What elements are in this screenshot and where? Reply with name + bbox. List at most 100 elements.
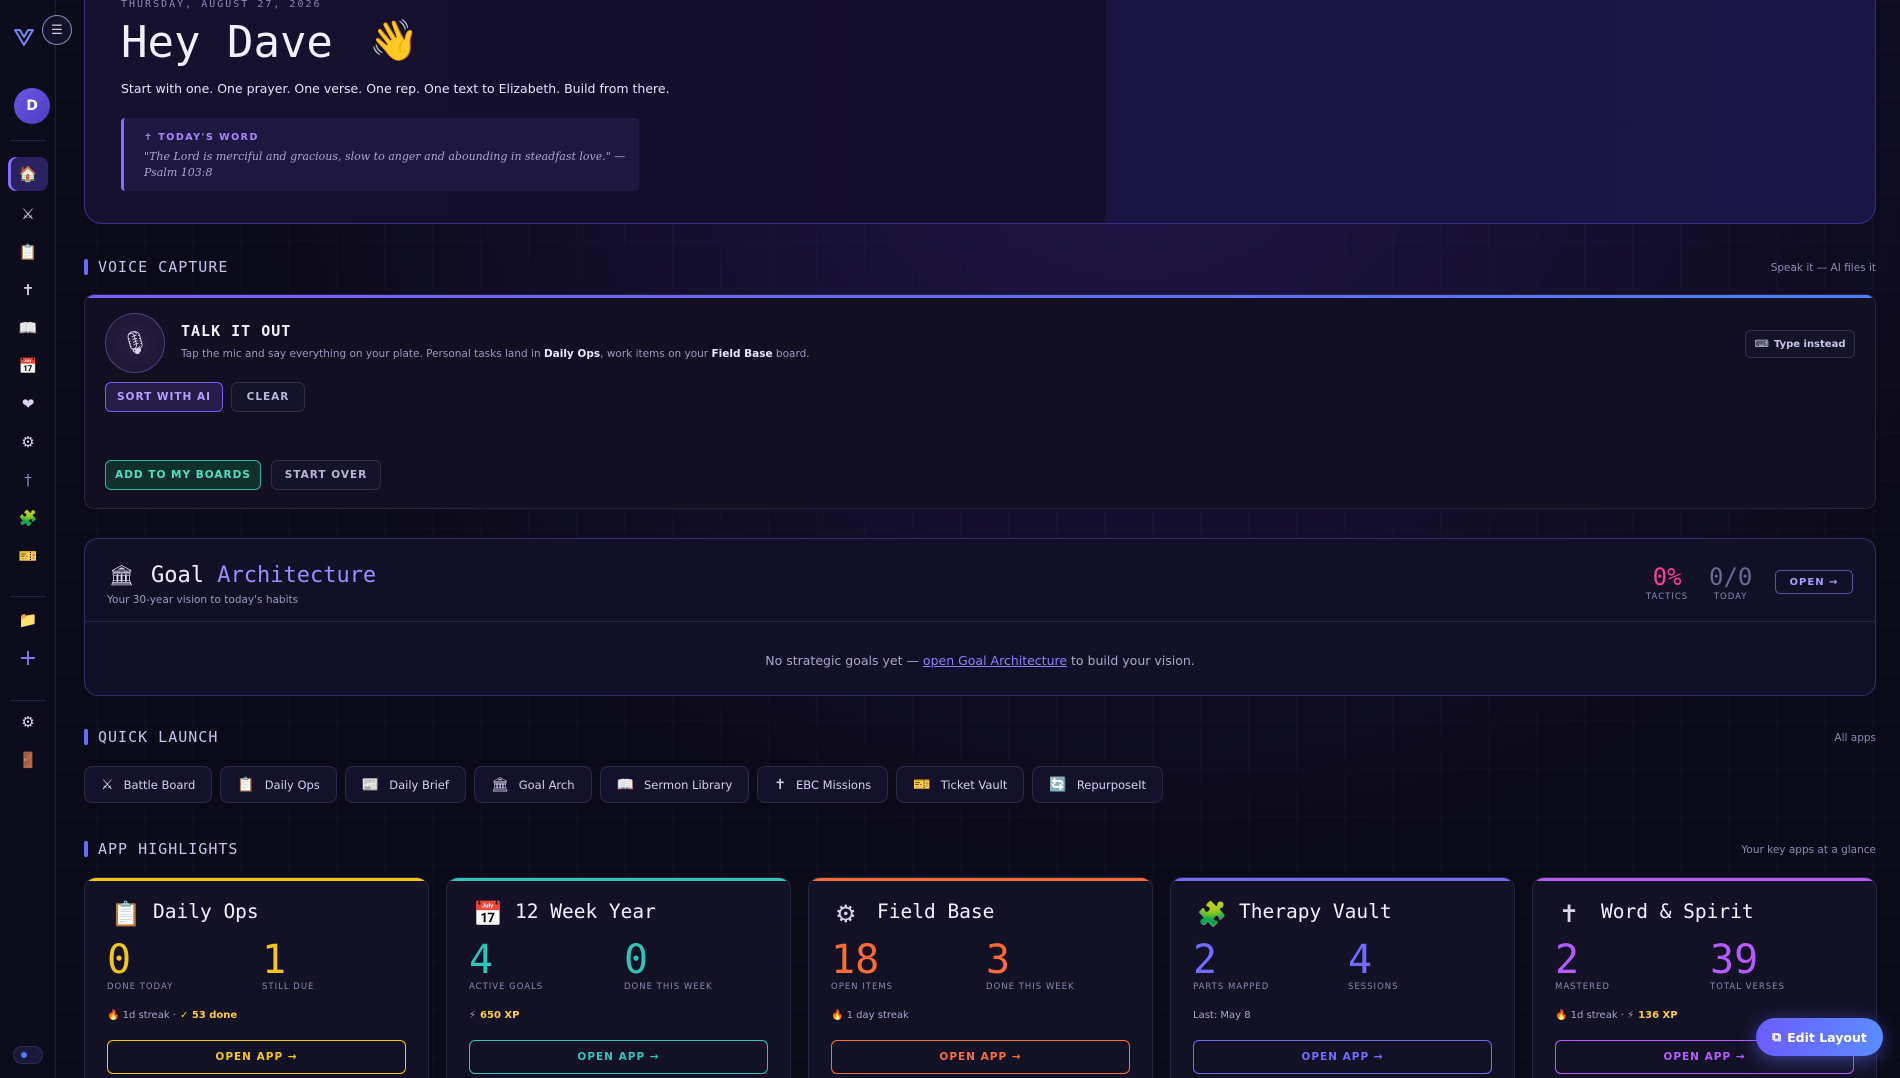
todays-word-label: ✝ TODAY'S WORD bbox=[144, 132, 259, 143]
todays-word-verse: "The Lord is merciful and gracious, slow… bbox=[144, 150, 626, 179]
sidebar-item-gear[interactable]: ⚙ bbox=[8, 425, 48, 459]
tactics-stat: 0% TACTICS bbox=[1646, 563, 1689, 602]
open-app-button[interactable]: OPEN APP → bbox=[469, 1040, 768, 1074]
mic-button[interactable]: 🎙 bbox=[105, 313, 165, 373]
app-highlights-header: APP HIGHLIGHTS bbox=[84, 840, 238, 858]
sidebar-item-ticket[interactable]: 🎫 bbox=[8, 539, 48, 573]
plus-icon: + bbox=[18, 645, 38, 671]
clipboard-icon: 📋 bbox=[237, 776, 255, 793]
sidebar-item-settings[interactable]: ⚙ bbox=[8, 705, 48, 739]
highlights-row: 📋 Daily Ops 0 DONE TODAY 1 STILL DUE 🔥 1d stre… bbox=[84, 877, 1877, 1078]
open-goal-architecture-link[interactable]: open Goal Architecture bbox=[923, 653, 1067, 668]
home-icon: 🏠 bbox=[18, 165, 38, 183]
voice-capture-header: VOICE CAPTURE bbox=[84, 258, 228, 276]
quick-launch-item[interactable]: ✝ EBC Missions bbox=[757, 766, 889, 803]
goal-empty-state: No strategic goals yet — open Goal Archi… bbox=[765, 653, 1195, 668]
metric-secondary: 3 DONE THIS WEEK bbox=[986, 937, 1075, 992]
app-extra-info: 🔥 1d streak · ⚡ 136 XP bbox=[1555, 1010, 1678, 1021]
quick-launch-item[interactable]: 📋 Daily Ops bbox=[220, 766, 337, 803]
open-app-button[interactable]: OPEN APP → bbox=[107, 1040, 406, 1074]
newspaper-icon: 📰 bbox=[361, 776, 380, 793]
quick-launch-item[interactable]: 🎫 Ticket Vault bbox=[896, 766, 1025, 803]
cross-icon: ✝ bbox=[21, 281, 35, 299]
goal-open-button[interactable]: OPEN → bbox=[1775, 570, 1853, 594]
metric-primary: 2 PARTS MAPPED bbox=[1193, 937, 1270, 992]
cross-icon: ✝ bbox=[1559, 900, 1580, 928]
quick-launch-label: EBC Missions bbox=[796, 777, 872, 792]
voice-description: Tap the mic and say everything on your p… bbox=[181, 348, 810, 360]
hamburger-icon: ☰ bbox=[51, 22, 63, 38]
sidebar-item-puzzle[interactable]: 🧩 bbox=[8, 501, 48, 535]
metric-secondary: 1 STILL DUE bbox=[262, 937, 315, 992]
app-extra-info: Last: May 8 bbox=[1193, 1010, 1251, 1021]
sidebar-item-home[interactable]: 🏠 bbox=[8, 157, 48, 191]
logo-icon[interactable] bbox=[12, 25, 36, 49]
open-app-button[interactable]: OPEN APP → bbox=[831, 1040, 1130, 1074]
sidebar-divider bbox=[10, 596, 46, 597]
sidebar-item-clipboard[interactable]: 📋 bbox=[8, 235, 48, 269]
ticket-icon: 🎫 bbox=[913, 776, 931, 793]
swords-icon: ⚔ bbox=[21, 205, 35, 223]
sidebar-item-heart[interactable]: ❤ bbox=[8, 387, 48, 421]
metric-primary: 2 MASTERED bbox=[1555, 937, 1610, 992]
app-highlight-card: 🧩 Therapy Vault 2 PARTS MAPPED 4 SESSIONS Last… bbox=[1170, 877, 1515, 1078]
avatar[interactable]: D bbox=[14, 88, 50, 124]
quick-launch-item[interactable]: ⚔ Battle Board bbox=[84, 766, 213, 803]
app-highlight-card: 📋 Daily Ops 0 DONE TODAY 1 STILL DUE 🔥 1d stre… bbox=[84, 877, 429, 1078]
quick-launch-item[interactable]: 📰 Daily Brief bbox=[344, 766, 466, 803]
quick-launch-label: Goal Arch bbox=[518, 777, 575, 792]
quick-launch-item[interactable]: 🏛 Goal Arch bbox=[473, 766, 592, 803]
book-icon: 📖 bbox=[616, 776, 634, 793]
quick-launch-label: Battle Board bbox=[123, 777, 196, 792]
quick-launch-label: Ticket Vault bbox=[940, 777, 1008, 792]
section-title: APP HIGHLIGHTS bbox=[98, 840, 239, 858]
theme-toggle[interactable] bbox=[13, 1046, 43, 1064]
today-stat: 0/0 TODAY bbox=[1709, 563, 1753, 602]
sidebar-item-cross[interactable]: ✝ bbox=[8, 273, 48, 307]
gear-icon: ⚙ bbox=[835, 900, 857, 928]
app-name: Therapy Vault bbox=[1239, 900, 1392, 923]
quick-launch-item[interactable]: 🔄 RepurposeIt bbox=[1032, 766, 1163, 803]
divider bbox=[85, 621, 1875, 622]
building-icon: 🏛 bbox=[109, 563, 135, 587]
sidebar-divider bbox=[10, 140, 46, 141]
folder-icon: 📁 bbox=[18, 611, 38, 629]
start-over-button[interactable]: START OVER bbox=[271, 460, 381, 490]
clipboard-icon: 📋 bbox=[18, 243, 38, 261]
settings-icon: ⚙ bbox=[21, 713, 35, 731]
open-app-button[interactable]: OPEN APP → bbox=[1193, 1040, 1492, 1074]
menu-toggle-button[interactable]: ☰ bbox=[42, 15, 72, 45]
sidebar: ☰ D 🏠 ⚔ 📋 ✝ 📖 📅 ❤ ⚙ † 🧩 🎫 📁 + ⚙ 🚪 bbox=[0, 0, 72, 1078]
type-instead-button[interactable]: ⌨ Type instead bbox=[1745, 330, 1855, 358]
sidebar-item-calendar[interactable]: 📅 bbox=[8, 349, 48, 383]
edit-layout-button[interactable]: ⧉ Edit Layout bbox=[1756, 1018, 1883, 1056]
voice-capture-hint: Speak it — AI files it bbox=[1770, 262, 1876, 274]
metric-secondary: 0 DONE THIS WEEK bbox=[624, 937, 713, 992]
layout-icon: ⧉ bbox=[1772, 1029, 1782, 1044]
sidebar-divider bbox=[10, 700, 46, 701]
quick-launch-item[interactable]: 📖 Sermon Library bbox=[599, 766, 750, 803]
quick-launch-header: QUICK LAUNCH bbox=[84, 728, 218, 746]
sort-with-ai-button[interactable]: SORT WITH AI bbox=[105, 382, 223, 412]
sidebar-item-swords[interactable]: ⚔ bbox=[8, 197, 48, 231]
puzzle-icon: 🧩 bbox=[18, 509, 38, 527]
sidebar-item-book[interactable]: 📖 bbox=[8, 311, 48, 345]
app-extra-info: 🔥 1d streak · ✓ 53 done bbox=[107, 1010, 238, 1021]
date-label: THURSDAY, AUGUST 27, 2026 bbox=[121, 0, 322, 10]
microphone-icon: 🎙 bbox=[121, 330, 149, 356]
sidebar-item-folder[interactable]: 📁 bbox=[8, 603, 48, 637]
sidebar-item-door[interactable]: 🚪 bbox=[8, 743, 48, 777]
clipboard-icon: 📋 bbox=[111, 900, 141, 928]
cross-icon: ✝ bbox=[774, 776, 786, 793]
all-apps-link[interactable]: All apps bbox=[1834, 732, 1876, 744]
section-title: VOICE CAPTURE bbox=[98, 258, 229, 276]
wave-icon: 👋 bbox=[369, 18, 419, 64]
app-name: Daily Ops bbox=[153, 900, 259, 923]
repurpose-icon: 🔄 bbox=[1049, 776, 1067, 793]
book-icon: 📖 bbox=[18, 319, 38, 337]
clear-button[interactable]: CLEAR bbox=[231, 382, 305, 412]
add-to-boards-button[interactable]: ADD TO MY BOARDS bbox=[105, 460, 261, 490]
sidebar-item-plus[interactable]: + bbox=[8, 641, 48, 675]
app-extra-info: ⚡ 650 XP bbox=[469, 1010, 520, 1021]
sidebar-item-small-cross[interactable]: † bbox=[8, 463, 48, 497]
